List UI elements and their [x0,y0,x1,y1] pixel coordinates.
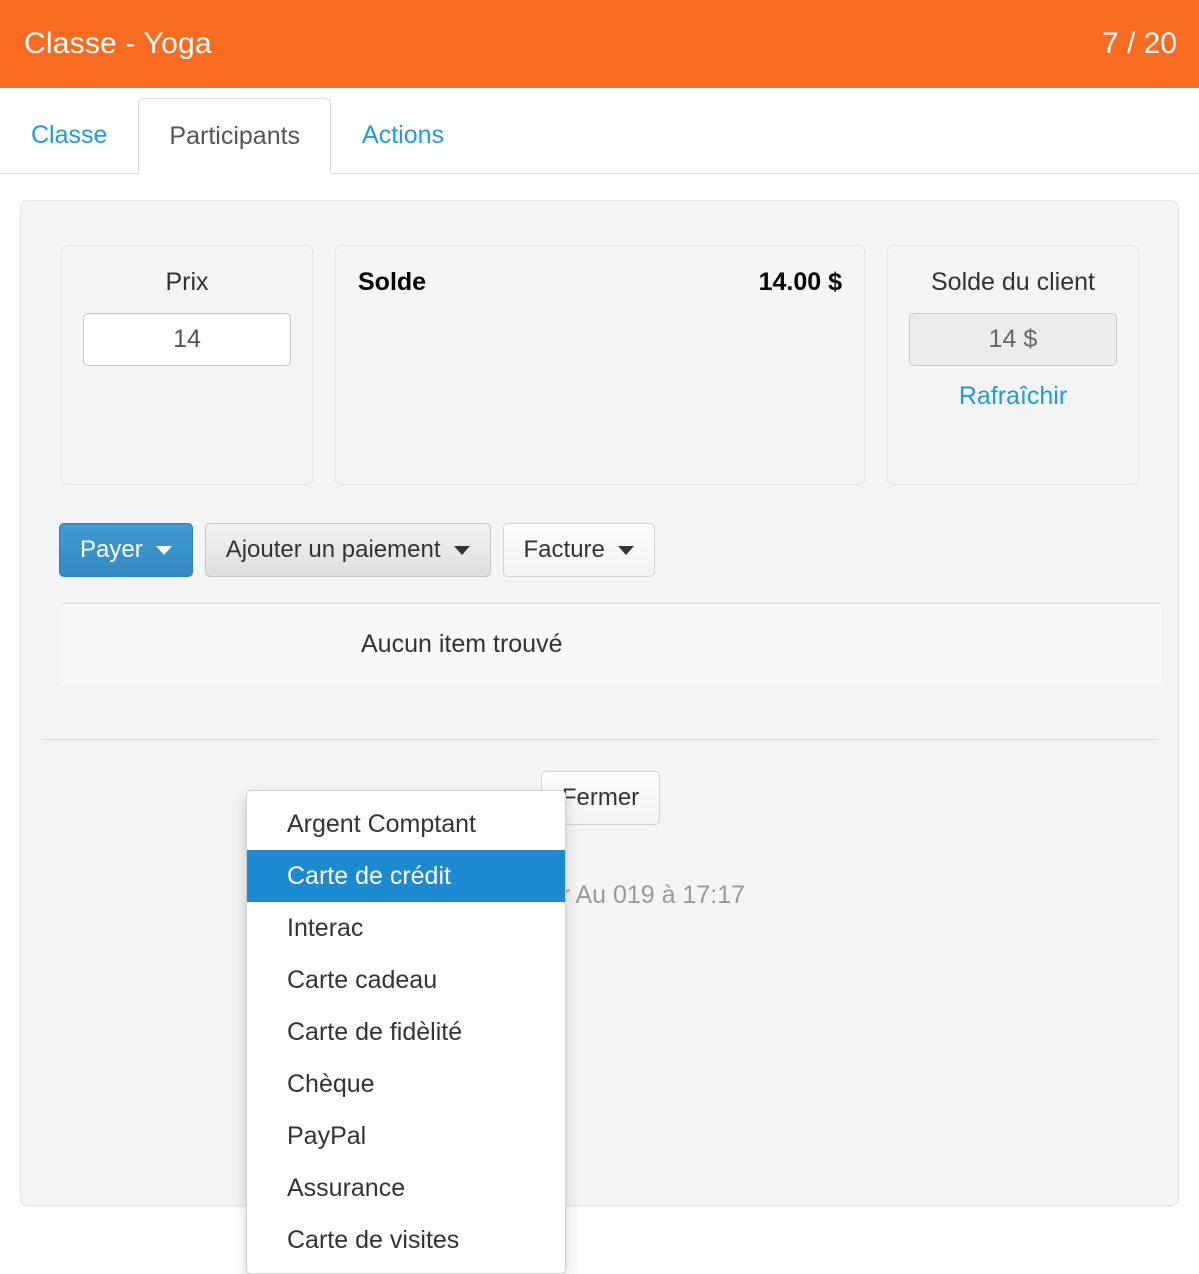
section-divider [41,739,1159,740]
participants-panel: Prix Solde 14.00 $ Solde du client 14 $ … [20,200,1180,1274]
menu-item-carte-de-credit[interactable]: Carte de crédit [247,850,565,902]
menu-item-carte-cadeau[interactable]: Carte cadeau [247,954,565,1006]
payment-toolbar: Payer Ajouter un paiement Facture [59,523,655,577]
menu-item-interac[interactable]: Interac [247,902,565,954]
summary-panels: Prix Solde 14.00 $ Solde du client 14 $ … [61,245,1139,485]
payer-button[interactable]: Payer [59,523,193,577]
prix-label: Prix [165,268,209,296]
solde-client-label: Solde du client [930,268,1095,296]
empty-results-message: Aucun item trouvé [361,630,563,658]
solde-amount: 14.00 $ [758,268,842,296]
panel-prix: Prix [61,245,313,485]
ajouter-paiement-button[interactable]: Ajouter un paiement [204,523,491,577]
solde-header: Solde 14.00 $ [336,246,864,297]
chevron-down-icon [155,545,172,555]
tab-actions[interactable]: Actions [331,97,475,173]
payer-button-label: Payer [80,536,143,563]
menu-item-carte-de-visites[interactable]: Carte de visites [247,1214,565,1266]
panel-solde-client: Solde du client 14 $ Rafraîchir [887,245,1139,485]
tab-classe[interactable]: Classe [0,97,138,173]
facture-button[interactable]: Facture [502,523,655,577]
audit-footer: Ajouté par Au 019 à 17:17 [455,881,746,909]
menu-item-carte-de-fidelite[interactable]: Carte de fidèlité [247,1006,565,1058]
prix-input[interactable] [83,313,291,366]
menu-item-argent-comptant[interactable]: Argent Comptant [247,798,565,850]
solde-label: Solde [358,268,427,296]
payment-method-menu: Argent Comptant Carte de crédit Interac … [246,790,566,1274]
menu-item-assurance[interactable]: Assurance [247,1162,565,1214]
panel-solde: Solde 14.00 $ [335,245,865,485]
refresh-link[interactable]: Rafraîchir [888,382,1138,411]
close-button-row: Fermer [21,771,1180,825]
chevron-down-icon [453,545,470,555]
page-title: Classe - Yoga [24,27,212,60]
menu-item-cheque[interactable]: Chèque [247,1058,565,1110]
solde-client-value: 14 $ [909,313,1117,366]
facture-label: Facture [523,536,605,563]
window-titlebar: Classe - Yoga 7 / 20 [0,0,1199,88]
tab-bar: Classe Participants Actions [0,88,1199,174]
participant-count: 7 / 20 [1101,27,1177,60]
payments-table: Aucun item trouvé [61,603,1161,685]
tab-participants[interactable]: Participants [138,98,332,174]
ajouter-paiement-label: Ajouter un paiement [225,536,441,563]
menu-item-paypal[interactable]: PayPal [247,1110,565,1162]
chevron-down-icon [617,545,634,555]
